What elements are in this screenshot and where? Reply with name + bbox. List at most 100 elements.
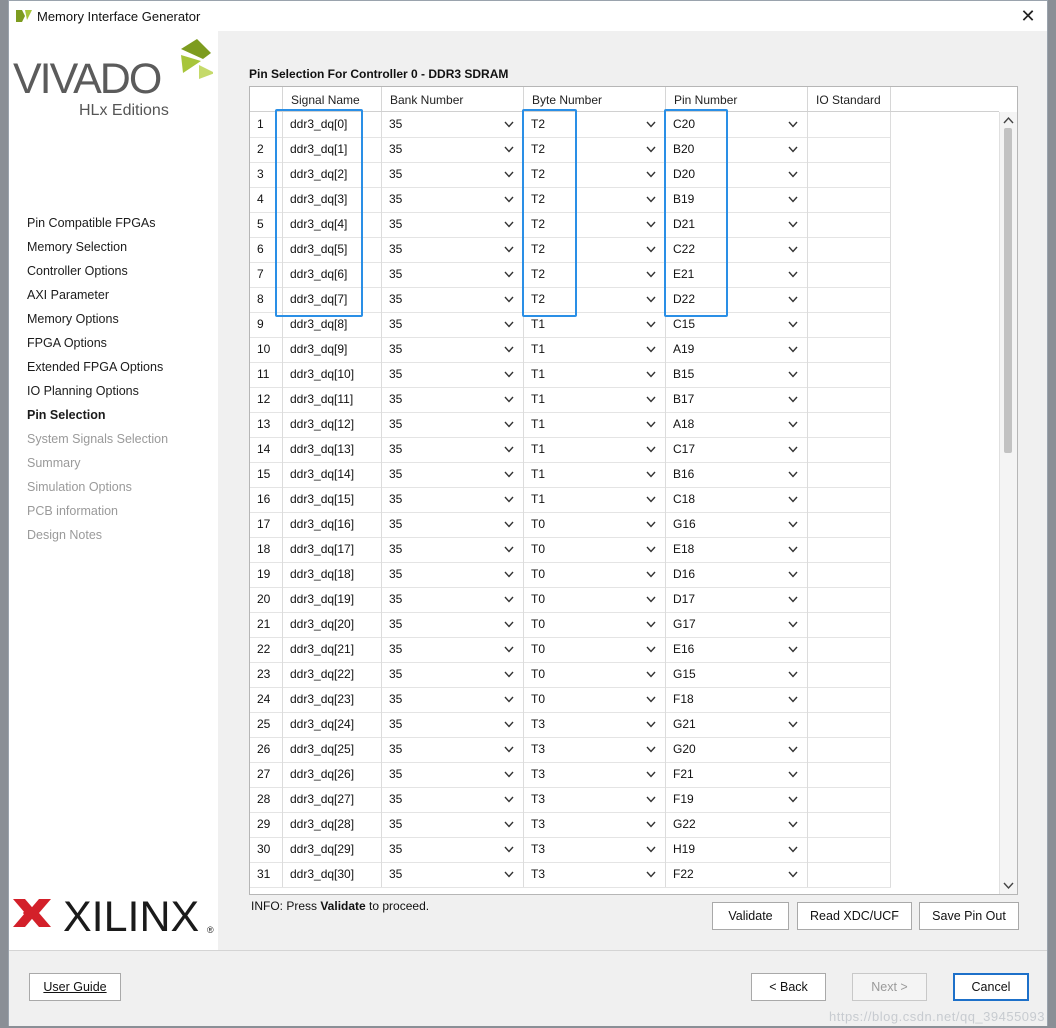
pin-number-select[interactable]: E21: [666, 262, 808, 287]
chevron-down-icon[interactable]: [504, 121, 514, 128]
io-standard-cell[interactable]: [808, 537, 891, 562]
bank-number-select[interactable]: 35: [382, 512, 524, 537]
next-button[interactable]: Next >: [852, 973, 927, 1001]
back-button[interactable]: < Back: [751, 973, 826, 1001]
chevron-down-icon[interactable]: [504, 796, 514, 803]
wizard-step-fpga-options[interactable]: FPGA Options: [27, 333, 168, 357]
byte-number-select[interactable]: T3: [524, 787, 666, 812]
chevron-down-icon[interactable]: [646, 296, 656, 303]
table-row[interactable]: 31 ddr3_dq[30] 35 T3 F22: [250, 862, 891, 888]
chevron-down-icon[interactable]: [788, 471, 798, 478]
io-standard-cell[interactable]: [808, 787, 891, 812]
pin-number-select[interactable]: E16: [666, 637, 808, 662]
byte-number-select[interactable]: T2: [524, 237, 666, 262]
chevron-down-icon[interactable]: [788, 371, 798, 378]
io-standard-cell[interactable]: [808, 287, 891, 312]
chevron-down-icon[interactable]: [504, 171, 514, 178]
pin-number-select[interactable]: F19: [666, 787, 808, 812]
scroll-down-icon[interactable]: [1003, 881, 1014, 891]
close-icon[interactable]: ✕: [1017, 5, 1039, 27]
pin-number-select[interactable]: C20: [666, 112, 808, 137]
table-row[interactable]: 1 ddr3_dq[0] 35 T2 C20: [250, 112, 891, 138]
table-row[interactable]: 3 ddr3_dq[2] 35 T2 D20: [250, 162, 891, 188]
bank-number-select[interactable]: 35: [382, 687, 524, 712]
pin-number-select[interactable]: B15: [666, 362, 808, 387]
io-standard-cell[interactable]: [808, 412, 891, 437]
byte-number-select[interactable]: T2: [524, 262, 666, 287]
byte-number-select[interactable]: T3: [524, 837, 666, 862]
pin-number-select[interactable]: A19: [666, 337, 808, 362]
wizard-step-controller-options[interactable]: Controller Options: [27, 261, 168, 285]
io-standard-cell[interactable]: [808, 662, 891, 687]
chevron-down-icon[interactable]: [646, 346, 656, 353]
chevron-down-icon[interactable]: [788, 346, 798, 353]
chevron-down-icon[interactable]: [788, 221, 798, 228]
chevron-down-icon[interactable]: [788, 846, 798, 853]
byte-number-select[interactable]: T1: [524, 312, 666, 337]
chevron-down-icon[interactable]: [646, 846, 656, 853]
io-standard-cell[interactable]: [808, 837, 891, 862]
table-row[interactable]: 11 ddr3_dq[10] 35 T1 B15: [250, 362, 891, 388]
pin-number-select[interactable]: E18: [666, 537, 808, 562]
pin-number-select[interactable]: B16: [666, 462, 808, 487]
pin-number-select[interactable]: F21: [666, 762, 808, 787]
chevron-down-icon[interactable]: [788, 546, 798, 553]
table-row[interactable]: 4 ddr3_dq[3] 35 T2 B19: [250, 187, 891, 213]
chevron-down-icon[interactable]: [504, 396, 514, 403]
table-row[interactable]: 22 ddr3_dq[21] 35 T0 E16: [250, 637, 891, 663]
byte-number-select[interactable]: T0: [524, 537, 666, 562]
chevron-down-icon[interactable]: [646, 471, 656, 478]
chevron-down-icon[interactable]: [504, 371, 514, 378]
io-standard-cell[interactable]: [808, 312, 891, 337]
io-standard-cell[interactable]: [808, 237, 891, 262]
pin-number-select[interactable]: G16: [666, 512, 808, 537]
chevron-down-icon[interactable]: [504, 496, 514, 503]
byte-number-select[interactable]: T1: [524, 487, 666, 512]
chevron-down-icon[interactable]: [504, 296, 514, 303]
chevron-down-icon[interactable]: [788, 421, 798, 428]
byte-number-select[interactable]: T3: [524, 712, 666, 737]
io-standard-cell[interactable]: [808, 687, 891, 712]
chevron-down-icon[interactable]: [646, 371, 656, 378]
pin-number-select[interactable]: H19: [666, 837, 808, 862]
chevron-down-icon[interactable]: [504, 321, 514, 328]
io-standard-cell[interactable]: [808, 462, 891, 487]
pin-number-select[interactable]: B19: [666, 187, 808, 212]
chevron-down-icon[interactable]: [504, 271, 514, 278]
header-pin-number[interactable]: Pin Number: [666, 87, 808, 111]
chevron-down-icon[interactable]: [504, 521, 514, 528]
read-xdc-ucf-button[interactable]: Read XDC/UCF: [797, 902, 912, 930]
byte-number-select[interactable]: T3: [524, 862, 666, 887]
table-row[interactable]: 5 ddr3_dq[4] 35 T2 D21: [250, 212, 891, 238]
io-standard-cell[interactable]: [808, 562, 891, 587]
chevron-down-icon[interactable]: [646, 196, 656, 203]
bank-number-select[interactable]: 35: [382, 812, 524, 837]
byte-number-select[interactable]: T1: [524, 462, 666, 487]
bank-number-select[interactable]: 35: [382, 437, 524, 462]
chevron-down-icon[interactable]: [788, 696, 798, 703]
pin-number-select[interactable]: C15: [666, 312, 808, 337]
chevron-down-icon[interactable]: [504, 771, 514, 778]
chevron-down-icon[interactable]: [788, 771, 798, 778]
io-standard-cell[interactable]: [808, 487, 891, 512]
byte-number-select[interactable]: T0: [524, 637, 666, 662]
chevron-down-icon[interactable]: [788, 171, 798, 178]
bank-number-select[interactable]: 35: [382, 137, 524, 162]
chevron-down-icon[interactable]: [504, 646, 514, 653]
pin-number-select[interactable]: C22: [666, 237, 808, 262]
bank-number-select[interactable]: 35: [382, 862, 524, 887]
bank-number-select[interactable]: 35: [382, 587, 524, 612]
io-standard-cell[interactable]: [808, 612, 891, 637]
pin-number-select[interactable]: D21: [666, 212, 808, 237]
bank-number-select[interactable]: 35: [382, 212, 524, 237]
bank-number-select[interactable]: 35: [382, 562, 524, 587]
chevron-down-icon[interactable]: [646, 221, 656, 228]
chevron-down-icon[interactable]: [788, 321, 798, 328]
pin-number-select[interactable]: G15: [666, 662, 808, 687]
chevron-down-icon[interactable]: [788, 796, 798, 803]
chevron-down-icon[interactable]: [646, 621, 656, 628]
bank-number-select[interactable]: 35: [382, 612, 524, 637]
scrollbar-thumb[interactable]: [1004, 128, 1012, 453]
bank-number-select[interactable]: 35: [382, 112, 524, 137]
table-row[interactable]: 2 ddr3_dq[1] 35 T2 B20: [250, 137, 891, 163]
